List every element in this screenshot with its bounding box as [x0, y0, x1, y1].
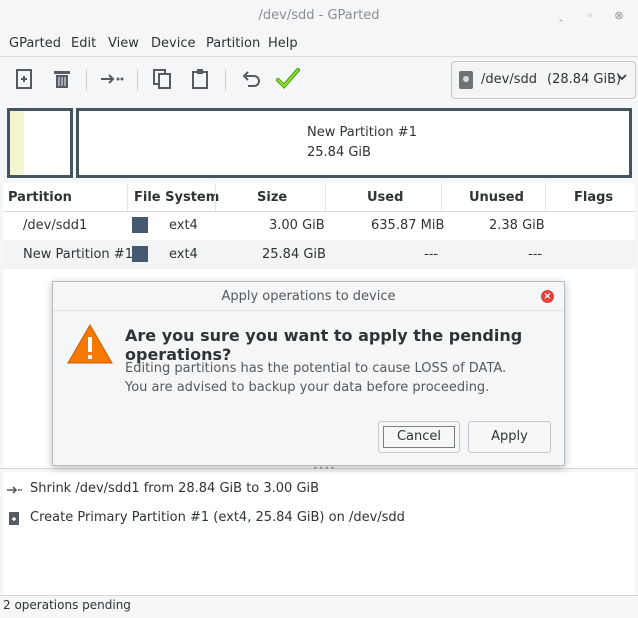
table-row[interactable]: New Partition #1 ext4 25.84 GiB --- --- — [3, 240, 635, 269]
column-size[interactable]: Size — [257, 190, 287, 205]
dialog-title: Apply operations to device — [221, 289, 396, 304]
cell-used: --- — [424, 247, 439, 262]
status-text: 2 operations pending — [3, 598, 131, 612]
resize-move-icon[interactable] — [97, 65, 125, 93]
operation-text: Shrink /dev/sdd1 from 28.84 GiB to 3.00 … — [30, 481, 320, 496]
disk-map-partition-sdd1[interactable] — [7, 108, 73, 178]
dialog-message-line2: You are advised to backup your data befo… — [125, 380, 490, 395]
table-row[interactable]: /dev/sdd1 ext4 3.00 GiB 635.87 MiB 2.38 … — [3, 211, 635, 240]
cancel-button[interactable]: Cancel — [378, 421, 460, 453]
dialog-close-icon[interactable]: × — [541, 290, 554, 303]
device-size: (28.84 GiB) — [547, 72, 622, 87]
menu-bar: GParted Edit View Device Partition Help — [0, 32, 638, 56]
new-partition-icon[interactable] — [10, 65, 38, 93]
menu-edit[interactable]: Edit — [71, 36, 96, 51]
operation-text: Create Primary Partition #1 (ext4, 25.84… — [30, 510, 405, 525]
cell-partition: /dev/sdd1 — [23, 218, 88, 233]
column-used[interactable]: Used — [367, 190, 403, 205]
menu-help[interactable]: Help — [268, 36, 298, 51]
cell-size: 3.00 GiB — [269, 218, 325, 233]
undo-icon[interactable] — [237, 65, 265, 93]
column-flags[interactable]: Flags — [574, 190, 613, 205]
create-partition-icon — [6, 511, 22, 527]
apply-icon[interactable] — [274, 65, 302, 93]
menu-view[interactable]: View — [108, 36, 139, 51]
window-title: /dev/sdd - GParted — [258, 8, 380, 23]
cell-partition: New Partition #1 — [23, 247, 133, 262]
title-bar: /dev/sdd - GParted ‸ ◦ ⊗ — [0, 0, 638, 32]
delete-icon[interactable] — [48, 65, 76, 93]
cell-used: 635.87 MiB — [371, 218, 445, 233]
table-header: Partition File System Size Used Unused F… — [3, 183, 635, 212]
shrink-icon — [6, 482, 23, 498]
dialog-message-line1: Editing partitions has the potential to … — [125, 361, 507, 376]
disk-map-partition-name: New Partition #1 — [307, 125, 417, 140]
dialog-title-bar: Apply operations to device × — [53, 282, 564, 311]
used-space-bar — [10, 111, 24, 175]
menu-device[interactable]: Device — [151, 36, 195, 51]
cell-fs: ext4 — [169, 247, 198, 262]
toolbar: /dev/sdd (28.84 GiB) — [0, 56, 638, 104]
dialog-heading: Are you sure you want to apply the pendi… — [125, 326, 523, 364]
minimize-button[interactable]: ‸ — [552, 7, 570, 25]
disk-map: New Partition #1 25.84 GiB — [0, 103, 638, 183]
disk-icon — [459, 71, 473, 89]
column-unused[interactable]: Unused — [469, 190, 524, 205]
copy-icon[interactable] — [148, 65, 176, 93]
fs-color-swatch — [132, 217, 148, 233]
cell-unused: 2.38 GiB — [489, 218, 545, 233]
disk-map-new-partition[interactable]: New Partition #1 25.84 GiB — [76, 108, 632, 178]
fs-color-swatch — [132, 246, 148, 262]
cell-unused: --- — [528, 247, 543, 262]
restore-button[interactable]: ◦ — [581, 7, 599, 25]
disk-map-partition-size: 25.84 GiB — [307, 145, 371, 160]
menu-gparted[interactable]: GParted — [9, 36, 61, 51]
operations-list: Shrink /dev/sdd1 from 28.84 GiB to 3.00 … — [3, 472, 635, 595]
device-name: /dev/sdd — [481, 72, 537, 87]
apply-confirm-dialog: Apply operations to device × Are you sur… — [52, 281, 565, 466]
list-item[interactable]: Create Primary Partition #1 (ext4, 25.84… — [3, 506, 635, 530]
device-selector[interactable]: /dev/sdd (28.84 GiB) — [451, 61, 636, 99]
list-item[interactable]: Shrink /dev/sdd1 from 28.84 GiB to 3.00 … — [3, 477, 635, 501]
column-file-system[interactable]: File System — [134, 190, 219, 205]
warning-icon — [66, 322, 114, 370]
close-window-button[interactable]: ⊗ — [610, 7, 628, 25]
column-partition[interactable]: Partition — [8, 190, 72, 205]
menu-partition[interactable]: Partition — [206, 36, 260, 51]
chevron-down-icon — [616, 71, 628, 86]
cancel-button-label: Cancel — [383, 426, 455, 448]
paste-icon[interactable] — [186, 65, 214, 93]
cell-fs: ext4 — [169, 218, 198, 233]
apply-button[interactable]: Apply — [468, 421, 551, 453]
cell-size: 25.84 GiB — [262, 247, 326, 262]
